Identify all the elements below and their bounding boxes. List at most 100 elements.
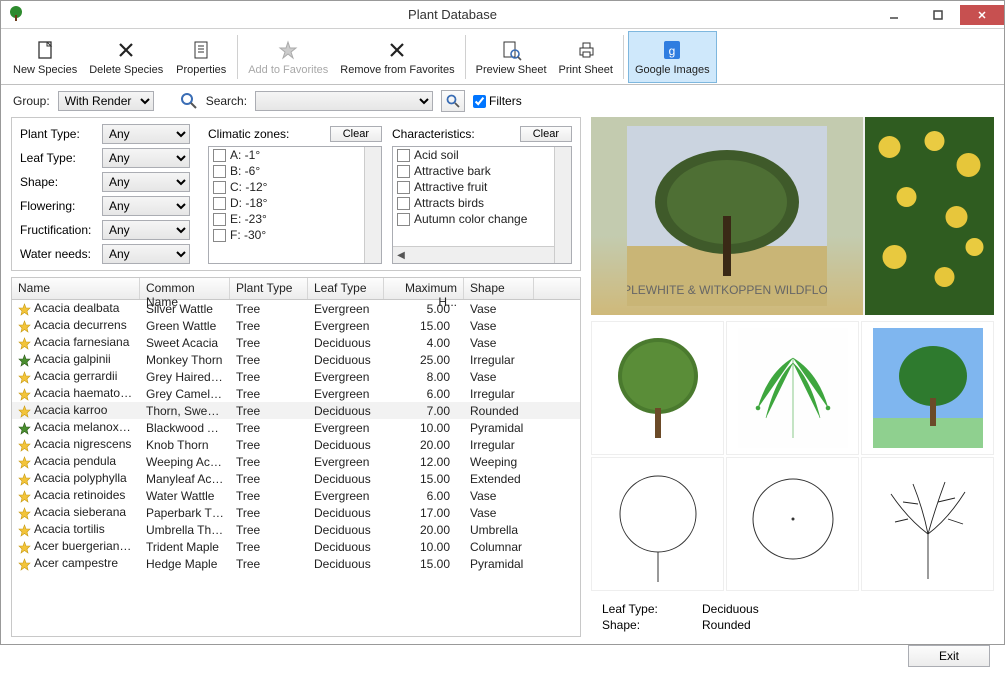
favorite-star-icon <box>18 354 31 367</box>
table-row[interactable]: Acacia pendulaWeeping AcaciaTreeEvergree… <box>12 453 580 470</box>
search-icon <box>180 92 198 110</box>
table-row[interactable]: Acacia nigrescensKnob ThornTreeDeciduous… <box>12 436 580 453</box>
filter-select-flowering[interactable]: Any <box>102 196 190 216</box>
thumbnail-2[interactable] <box>726 321 859 455</box>
table-row[interactable]: Acacia karrooThorn, Sweet...TreeDeciduou… <box>12 402 580 419</box>
toolbar-properties[interactable]: Properties <box>169 31 233 83</box>
table-row[interactable]: Acacia farnesianaSweet AcaciaTreeDeciduo… <box>12 334 580 351</box>
table-row[interactable]: Acacia dealbataSilver WattleTreeEvergree… <box>12 300 580 317</box>
detail-shape-label: Shape: <box>602 618 702 632</box>
search-combo[interactable] <box>255 91 433 111</box>
svg-text:g: g <box>669 44 676 58</box>
table-row[interactable]: Acer campestreHedge MapleTreeDeciduous15… <box>12 555 580 572</box>
species-table: Name Common Name Plant Type Leaf Type Ma… <box>11 277 581 637</box>
scroll-left-icon[interactable]: ◀ <box>393 247 409 263</box>
favorite-star-icon <box>18 371 31 384</box>
characteristic-item[interactable]: Attractive bark <box>393 163 571 179</box>
thumbnail-1[interactable] <box>591 321 724 455</box>
filter-panel: Plant Type:AnyLeaf Type:AnyShape:AnyFlow… <box>11 117 581 271</box>
close-button[interactable] <box>960 5 1004 25</box>
thumbnail-6[interactable] <box>861 457 994 591</box>
table-row[interactable]: Acacia haematoxylonGrey Camel T...TreeEv… <box>12 385 580 402</box>
scroll-right-icon[interactable]: ▶ <box>555 247 571 263</box>
search-button[interactable] <box>441 90 465 112</box>
favorite-star-icon <box>18 456 31 469</box>
col-header-maxheight[interactable]: Maximum H... <box>384 278 464 299</box>
search-label: Search: <box>206 94 247 108</box>
zone-item[interactable]: A: -1° <box>209 147 381 163</box>
favorite-star-icon <box>18 320 31 333</box>
table-row[interactable]: Acacia retinoidesWater WattleTreeEvergre… <box>12 487 580 504</box>
x-icon <box>115 38 137 62</box>
toolbar-preview-sheet[interactable]: Preview Sheet <box>470 31 553 83</box>
table-row[interactable]: Acacia melanoxylonBlackwood Ac...TreeEve… <box>12 419 580 436</box>
toolbar-remove-favorites[interactable]: Remove from Favorites <box>334 31 460 83</box>
detail-shape-value: Rounded <box>702 618 983 632</box>
filter-label-leaf_type: Leaf Type: <box>20 151 102 165</box>
print-icon <box>575 38 597 62</box>
photo-strip: © M D HEPPLEWHITE & WITKOPPEN WILDFLOWER… <box>591 117 994 315</box>
table-row[interactable]: Acacia tortilisUmbrella ThornTreeDeciduo… <box>12 521 580 538</box>
filter-label-plant_type: Plant Type: <box>20 127 102 141</box>
filter-label-shape: Shape: <box>20 175 102 189</box>
table-row[interactable]: Acacia decurrensGreen WattleTreeEvergree… <box>12 317 580 334</box>
maximize-button[interactable] <box>916 5 960 25</box>
characteristic-item[interactable]: Attractive fruit <box>393 179 571 195</box>
thumbnail-grid <box>591 321 994 591</box>
col-header-shape[interactable]: Shape <box>464 278 534 299</box>
sheet-icon <box>190 38 212 62</box>
zone-item[interactable]: E: -23° <box>209 211 381 227</box>
toolbar-delete-species[interactable]: Delete Species <box>83 31 169 83</box>
thumbnail-5[interactable] <box>726 457 859 591</box>
filter-select-plant_type[interactable]: Any <box>102 124 190 144</box>
detail-panel: Leaf Type: Deciduous Shape: Rounded <box>591 597 994 637</box>
climatic-zones-list[interactable]: A: -1°B: -6°C: -12°D: -18°E: -23°F: -30° <box>208 146 382 264</box>
favorite-star-icon <box>18 541 31 554</box>
clear-char-button[interactable]: Clear <box>520 126 572 142</box>
group-select[interactable]: With Render <box>58 91 154 111</box>
toolbar-print-sheet[interactable]: Print Sheet <box>553 31 619 83</box>
climatic-zones-label: Climatic zones: <box>208 127 289 141</box>
toolbar-google-images[interactable]: gGoogle Images <box>628 31 717 83</box>
filter-select-leaf_type[interactable]: Any <box>102 148 190 168</box>
favorite-star-icon <box>18 439 31 452</box>
photo-secondary[interactable] <box>865 117 994 315</box>
thumbnail-3[interactable] <box>861 321 994 455</box>
favorite-star-icon <box>18 524 31 537</box>
clear-zones-button[interactable]: Clear <box>330 126 382 142</box>
minimize-button[interactable] <box>872 5 916 25</box>
characteristics-list[interactable]: Acid soilAttractive barkAttractive fruit… <box>392 146 572 264</box>
thumbnail-4[interactable] <box>591 457 724 591</box>
table-row[interactable]: Acacia gerrardiiGrey Haired A...TreeEver… <box>12 368 580 385</box>
star-icon <box>277 38 299 62</box>
zone-item[interactable]: B: -6° <box>209 163 381 179</box>
toolbar-new-species[interactable]: New Species <box>7 31 83 83</box>
filter-label-flowering: Flowering: <box>20 199 102 213</box>
filters-checkbox[interactable]: Filters <box>473 94 522 108</box>
favorite-star-icon <box>18 507 31 520</box>
col-header-planttype[interactable]: Plant Type <box>230 278 308 299</box>
search-bar: Group: With Render Search: Filters <box>1 85 1004 117</box>
zone-item[interactable]: D: -18° <box>209 195 381 211</box>
filter-select-fructification[interactable]: Any <box>102 220 190 240</box>
toolbar-add-favorites[interactable]: Add to Favorites <box>242 31 334 83</box>
characteristic-item[interactable]: Attracts birds <box>393 195 571 211</box>
table-row[interactable]: Acacia polyphyllaManyleaf AcaciaTreeDeci… <box>12 470 580 487</box>
titlebar: Plant Database <box>1 1 1004 29</box>
table-row[interactable]: Acer buergerianumTrident MapleTreeDecidu… <box>12 538 580 555</box>
col-header-name[interactable]: Name <box>12 278 140 299</box>
characteristic-item[interactable]: Acid soil <box>393 147 571 163</box>
zone-item[interactable]: F: -30° <box>209 227 381 243</box>
filter-select-water_needs[interactable]: Any <box>102 244 190 264</box>
table-row[interactable]: Acacia galpiniiMonkey ThornTreeDeciduous… <box>12 351 580 368</box>
zone-item[interactable]: C: -12° <box>209 179 381 195</box>
detail-leaftype-label: Leaf Type: <box>602 602 702 616</box>
exit-button[interactable]: Exit <box>908 645 990 667</box>
characteristic-item[interactable]: Autumn color change <box>393 211 571 227</box>
col-header-leaftype[interactable]: Leaf Type <box>308 278 384 299</box>
table-row[interactable]: Acacia sieberanaPaperbark Th...TreeDecid… <box>12 504 580 521</box>
photo-main[interactable]: © M D HEPPLEWHITE & WITKOPPEN WILDFLOWER… <box>591 117 863 315</box>
filter-select-shape[interactable]: Any <box>102 172 190 192</box>
favorite-star-icon <box>18 490 31 503</box>
col-header-common[interactable]: Common Name <box>140 278 230 299</box>
